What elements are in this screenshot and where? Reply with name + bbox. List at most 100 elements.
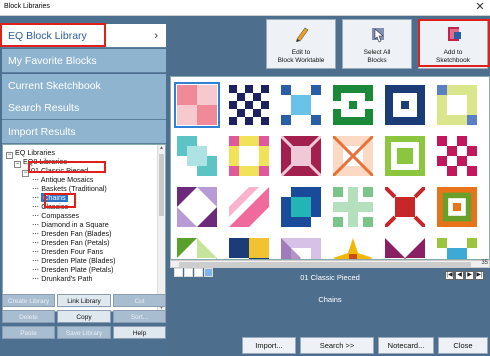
tree-item[interactable]: ⋯ Dresden Four Fans bbox=[32, 247, 103, 256]
block-tile[interactable] bbox=[333, 187, 373, 227]
block-tile[interactable] bbox=[333, 136, 373, 176]
tree-label: Baskets (Traditional) bbox=[41, 184, 107, 193]
nav-my-favorite-blocks[interactable]: My Favorite Blocks bbox=[2, 49, 166, 73]
tree-label: Dresden Plate (Blades) bbox=[41, 256, 116, 265]
paste-button[interactable]: Paste bbox=[2, 326, 55, 339]
block-tile[interactable] bbox=[177, 238, 217, 259]
tree-item[interactable]: ⋯ Diamond in a Square bbox=[32, 220, 109, 229]
tree-item[interactable]: ⋯ Dresden Plate (Petals) bbox=[32, 265, 114, 274]
select-all-icon bbox=[372, 28, 384, 43]
link-library-button[interactable]: Link Library bbox=[57, 294, 111, 307]
add-to-sketchbook-button[interactable]: Add to Sketchbook bbox=[418, 19, 488, 69]
grid-scrollbar[interactable]: 35 bbox=[170, 260, 490, 268]
close-button[interactable]: Close bbox=[438, 337, 488, 354]
tree-item[interactable]: ⋯ Drunkard's Path bbox=[32, 274, 93, 283]
search-button[interactable]: Search >> bbox=[300, 337, 374, 354]
tree-item[interactable]: ⋯ Dresden Fan (Petals) bbox=[32, 238, 110, 247]
block-grid[interactable] bbox=[170, 76, 490, 260]
tree-item[interactable]: ⋯ Dresden Fan (Blades) bbox=[32, 229, 112, 238]
tree-item[interactable]: ⋯ Baskets (Traditional) bbox=[32, 184, 107, 193]
tree-item[interactable]: ⋯ Dresden Plate (Blades) bbox=[32, 256, 116, 265]
block-tile[interactable] bbox=[437, 238, 477, 259]
cut-button[interactable]: Cut bbox=[113, 294, 166, 307]
block-tile[interactable] bbox=[281, 136, 321, 176]
collapse-icon[interactable]: − bbox=[14, 161, 21, 168]
block-tile[interactable] bbox=[229, 136, 269, 176]
block-tile[interactable] bbox=[174, 82, 220, 128]
status-area: 01 Classic Pieced Chains |◀ ◀ ▶ ▶| bbox=[170, 268, 490, 326]
scroll-thumb[interactable] bbox=[179, 262, 471, 267]
create-library-button[interactable]: Create Library bbox=[2, 294, 55, 307]
block-tile[interactable] bbox=[281, 238, 321, 259]
left-panel: EQ Block Library › My Favorite Blocks Cu… bbox=[0, 16, 168, 356]
block-tile[interactable] bbox=[385, 187, 425, 227]
tree-label: EQ8 Libraries bbox=[23, 157, 67, 166]
prev-page-icon[interactable]: ◀ bbox=[455, 271, 464, 280]
block-tile[interactable] bbox=[385, 85, 425, 125]
nav-import-results[interactable]: Import Results bbox=[2, 120, 166, 144]
tree-label: Classics bbox=[41, 202, 68, 211]
first-page-icon[interactable]: |◀ bbox=[445, 271, 454, 280]
nav-search-results[interactable]: Search Results bbox=[2, 96, 166, 120]
pager: |◀ ◀ ▶ ▶| bbox=[444, 269, 484, 280]
nav-label: Current Sketchbook bbox=[8, 80, 101, 92]
close-icon[interactable]: ✕ bbox=[474, 1, 486, 13]
tree-item[interactable]: ⋯ Compasses bbox=[32, 211, 79, 220]
block-tile[interactable] bbox=[229, 238, 269, 259]
button-label: Select All Blocks bbox=[363, 49, 391, 64]
scroll-up-icon[interactable]: ▲ bbox=[159, 145, 164, 151]
block-tile[interactable] bbox=[281, 187, 321, 227]
tree-label: Compasses bbox=[41, 211, 80, 220]
block-tile[interactable] bbox=[281, 85, 321, 125]
last-page-icon[interactable]: ▶| bbox=[475, 271, 484, 280]
toolbar: Edit to Block Worktable Select All Block… bbox=[168, 16, 490, 72]
tree-label: EQ Libraries bbox=[15, 148, 55, 157]
nav-label: My Favorite Blocks bbox=[8, 55, 97, 67]
block-tile[interactable] bbox=[385, 238, 425, 259]
nav-eq-block-library[interactable]: EQ Block Library › bbox=[2, 24, 166, 48]
nav-label: Import Results bbox=[8, 126, 76, 138]
pencil-icon bbox=[296, 27, 309, 42]
tree-item[interactable]: ⋯ Antique Mosaics bbox=[32, 175, 94, 184]
button-label: Add to Sketchbook bbox=[436, 49, 470, 64]
library-tree[interactable]: − EQ Libraries − EQ8 Libraries −01 Classic… bbox=[2, 144, 166, 312]
block-tile[interactable] bbox=[333, 85, 373, 125]
tree-item[interactable]: ⋯ Classics bbox=[32, 202, 68, 211]
tree-label: Dresden Plate (Petals) bbox=[41, 265, 114, 274]
copy-button[interactable]: Copy bbox=[57, 310, 111, 323]
next-page-icon[interactable]: ▶ bbox=[465, 271, 474, 280]
select-all-blocks-button[interactable]: Select All Blocks bbox=[342, 19, 412, 69]
tree-scrollbar[interactable]: ▲ ▼ bbox=[157, 145, 165, 311]
block-tile[interactable] bbox=[333, 238, 373, 259]
sort-button[interactable]: Sort... bbox=[113, 310, 166, 323]
chevron-right-icon: › bbox=[154, 30, 158, 42]
block-tile[interactable] bbox=[177, 187, 217, 227]
help-button[interactable]: Help bbox=[113, 326, 166, 339]
save-library-button[interactable]: Save Library bbox=[57, 326, 111, 339]
scroll-thumb[interactable] bbox=[159, 154, 164, 216]
tree-label: Dresden Fan (Petals) bbox=[41, 238, 110, 247]
block-tile[interactable] bbox=[385, 136, 425, 176]
nav-current-sketchbook[interactable]: Current Sketchbook bbox=[2, 74, 166, 98]
block-tile[interactable] bbox=[437, 136, 477, 176]
scroll-count: 35 bbox=[481, 260, 488, 266]
tree-label: Dresden Four Fans bbox=[41, 247, 104, 256]
delete-button[interactable]: Delete bbox=[2, 310, 55, 323]
tree-label: Drunkard's Path bbox=[41, 274, 93, 283]
block-tile[interactable] bbox=[177, 136, 217, 176]
nav-label: Search Results bbox=[8, 102, 80, 114]
block-tile[interactable] bbox=[229, 187, 269, 227]
block-tile[interactable] bbox=[437, 85, 477, 125]
block-tile[interactable] bbox=[437, 187, 477, 227]
collapse-icon[interactable]: − bbox=[22, 170, 29, 177]
notecard-button[interactable]: Notecard... bbox=[378, 337, 434, 354]
block-tile[interactable] bbox=[229, 85, 269, 125]
window-title: Block Libraries bbox=[4, 3, 50, 10]
collapse-icon[interactable]: − bbox=[6, 152, 13, 159]
tree-item-selected[interactable]: ⋯ Chains bbox=[32, 193, 68, 202]
tree-label: Chains bbox=[41, 193, 68, 202]
import-button[interactable]: Import... bbox=[242, 337, 296, 354]
edit-to-block-worktable-button[interactable]: Edit to Block Worktable bbox=[266, 19, 336, 69]
category-name: Chains bbox=[318, 295, 342, 304]
tree-label: Diamond in a Square bbox=[41, 220, 109, 229]
